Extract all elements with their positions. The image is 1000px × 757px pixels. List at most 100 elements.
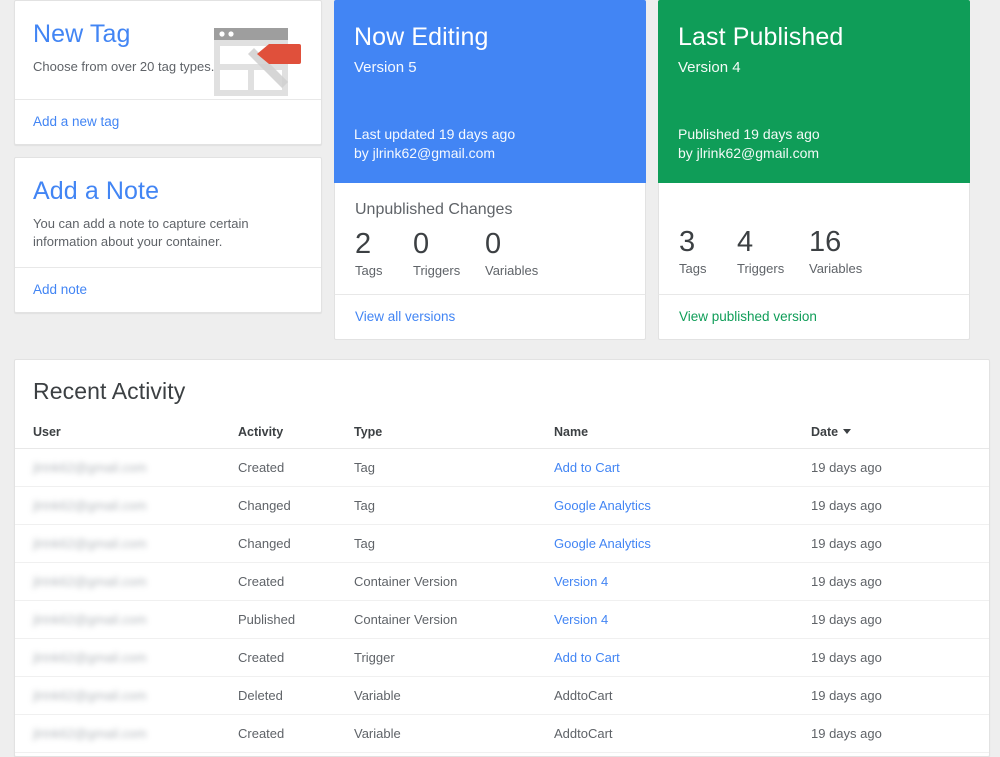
now-editing-footer: View all versions: [334, 294, 646, 340]
recent-activity-table-head: User Activity Type Name Date: [15, 421, 989, 449]
now-editing-title: Now Editing: [354, 23, 489, 51]
table-row: jlrink62@gmail.com Created Container Versi…: [15, 562, 989, 601]
cell-type: Built-in Variable: [354, 752, 554, 756]
last-published-version: Version 4: [678, 59, 741, 76]
entity-name-link[interactable]: Version 4: [554, 612, 608, 627]
table-row: jlrink62@gmail.comEnabledBuilt-in Variab…: [15, 752, 989, 756]
cell-type: Tag: [354, 448, 554, 487]
cell-activity: Created: [238, 448, 354, 487]
recent-activity-card: Recent Activity User Activity Type Name …: [14, 359, 990, 757]
column-header-user[interactable]: User: [15, 421, 238, 449]
entity-name-link[interactable]: Add to Cart: [554, 650, 620, 665]
cell-user: jlrink62@gmail.com: [15, 600, 238, 639]
new-tag-card[interactable]: New Tag Choose from over 20 tag types. A…: [14, 0, 322, 145]
column-header-type[interactable]: Type: [354, 421, 554, 449]
stat-variables-value: 0: [485, 228, 502, 260]
stat-tags: 2 Tags: [355, 227, 413, 278]
cell-name: Click ID: [554, 752, 811, 756]
table-row: jlrink62@gmail.com Created Tag Add to Cart 1…: [15, 448, 989, 487]
table-row: jlrink62@gmail.com Published Container Ver…: [15, 600, 989, 639]
cell-date: 19 days ago: [811, 714, 989, 753]
unpublished-changes-body: Unpublished Changes 2 Tags 0 Triggers 0 …: [334, 183, 646, 294]
cell-activity: Created: [238, 562, 354, 601]
published-stat-tags-value: 3: [679, 226, 696, 258]
entity-name-link[interactable]: Add to Cart: [554, 460, 620, 475]
browser-tag-icon: [214, 28, 301, 96]
redacted-user-email: jlrink62@gmail.com: [33, 498, 147, 513]
unpublished-changes-stats: 2 Tags 0 Triggers 0 Variables: [355, 227, 625, 278]
overview-cards-row: New Tag Choose from over 20 tag types. A…: [14, 0, 990, 340]
cell-activity: Created: [238, 638, 354, 677]
cell-type: Variable: [354, 714, 554, 753]
cell-name: AddtoCart: [554, 714, 811, 753]
column-header-date[interactable]: Date: [811, 421, 989, 449]
cell-activity: Published: [238, 600, 354, 639]
cell-user: jlrink62@gmail.com: [15, 448, 238, 487]
entity-name-link[interactable]: Google Analytics: [554, 498, 651, 513]
left-card-column: New Tag Choose from over 20 tag types. A…: [14, 0, 322, 340]
add-note-card-footer: Add note: [15, 267, 321, 312]
stat-tags-value: 2: [355, 228, 372, 260]
cell-type: Variable: [354, 676, 554, 715]
cell-date: 19 days ago: [811, 524, 989, 563]
table-row: jlrink62@gmail.com Created Trigger Add to C…: [15, 638, 989, 677]
cell-user: jlrink62@gmail.com: [15, 524, 238, 563]
cell-name: Version 4: [554, 562, 811, 601]
add-note-link[interactable]: Add note: [33, 282, 87, 297]
stat-triggers-label: Triggers: [413, 263, 461, 278]
cell-date: 19 days ago: [811, 752, 989, 756]
last-published-header: Last Published Version 4 Published 19 da…: [658, 0, 970, 183]
cell-date: 19 days ago: [811, 448, 989, 487]
cell-name: Google Analytics: [554, 524, 811, 563]
redacted-user-email: jlrink62@gmail.com: [33, 688, 147, 703]
cell-type: Container Version: [354, 562, 554, 601]
recent-activity-table: User Activity Type Name Date jlrink62@gm…: [15, 421, 989, 756]
add-note-card[interactable]: Add a Note You can add a note to capture…: [14, 157, 322, 313]
last-published-card: Last Published Version 4 Published 19 da…: [658, 0, 970, 340]
last-published-meta: Published 19 days ago by jlrink62@gmail.…: [678, 125, 820, 163]
stat-tags-label: Tags: [355, 263, 383, 278]
cell-activity: Enabled: [238, 752, 354, 756]
now-editing-version: Version 5: [354, 59, 417, 76]
entity-name-text: AddtoCart: [554, 688, 613, 703]
entity-name-link[interactable]: Version 4: [554, 574, 608, 589]
cell-date: 19 days ago: [811, 600, 989, 639]
new-tag-description: Choose from over 20 tag types.: [33, 59, 215, 74]
view-published-version-link[interactable]: View published version: [679, 309, 817, 324]
now-editing-meta: Last updated 19 days ago by jlrink62@gma…: [354, 125, 515, 163]
add-a-new-tag-link[interactable]: Add a new tag: [33, 114, 119, 129]
column-header-activity[interactable]: Activity: [238, 421, 354, 449]
now-editing-author: by jlrink62@gmail.com: [354, 145, 496, 161]
stat-triggers: 0 Triggers: [413, 227, 485, 278]
last-published-date: Published 19 days ago: [678, 126, 820, 142]
sort-descending-icon: [843, 429, 852, 435]
view-all-versions-link[interactable]: View all versions: [355, 309, 455, 324]
cell-name: AddtoCart: [554, 676, 811, 715]
cell-date: 19 days ago: [811, 676, 989, 715]
published-stat-triggers: 4 Triggers: [737, 225, 809, 276]
now-editing-header: Now Editing Version 5 Last updated 19 da…: [334, 0, 646, 183]
cell-name: Version 4: [554, 600, 811, 639]
table-row: jlrink62@gmail.com Changed Tag Google Analy…: [15, 486, 989, 525]
cell-activity: Deleted: [238, 676, 354, 715]
column-header-name[interactable]: Name: [554, 421, 811, 449]
card-gap: [14, 145, 322, 157]
table-row: jlrink62@gmail.com Created Variable AddtoCa…: [15, 714, 989, 753]
redacted-user-email: jlrink62@gmail.com: [33, 460, 147, 475]
add-note-title: Add a Note: [33, 177, 160, 205]
published-stat-tags-label: Tags: [679, 261, 707, 276]
table-row: jlrink62@gmail.com Changed Tag Google Analy…: [15, 524, 989, 563]
cell-date: 19 days ago: [811, 638, 989, 677]
new-tag-card-body: New Tag Choose from over 20 tag types.: [15, 1, 321, 99]
cell-date: 19 days ago: [811, 486, 989, 525]
unpublished-changes-label: Unpublished Changes: [355, 201, 513, 218]
cell-type: Trigger: [354, 638, 554, 677]
stat-triggers-value: 0: [413, 228, 430, 260]
published-stat-variables-label: Variables: [809, 261, 863, 276]
cell-activity: Changed: [238, 524, 354, 563]
cell-type: Tag: [354, 486, 554, 525]
cell-user: jlrink62@gmail.com: [15, 486, 238, 525]
entity-name-link[interactable]: Google Analytics: [554, 536, 651, 551]
last-published-author: by jlrink62@gmail.com: [678, 145, 820, 161]
cell-user: jlrink62@gmail.com: [15, 752, 238, 756]
